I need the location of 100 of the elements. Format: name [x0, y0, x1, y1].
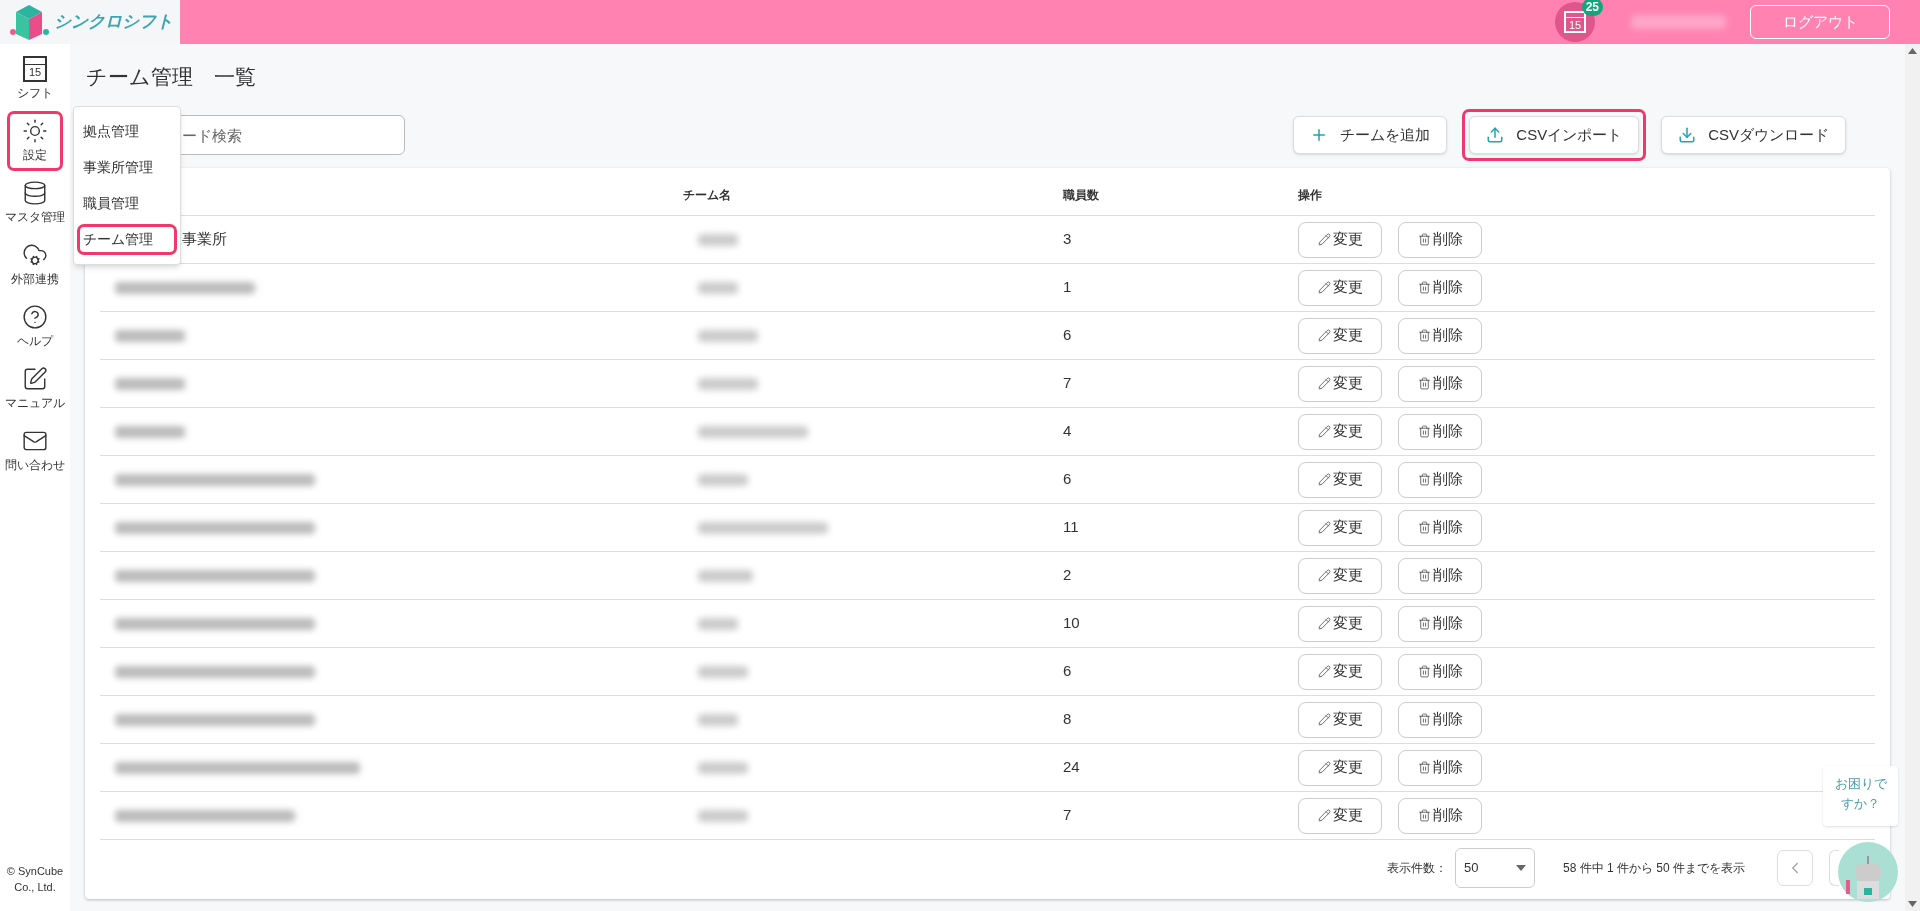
- robot-avatar-icon[interactable]: [1838, 842, 1898, 902]
- trash-icon: [1417, 329, 1431, 342]
- table-cell-text: 事業所: [182, 229, 227, 250]
- download-icon: [1678, 126, 1697, 144]
- calendar-icon: 15: [1564, 11, 1586, 33]
- delete-button[interactable]: 削除: [1398, 413, 1482, 450]
- scroll-up-icon: [1908, 48, 1917, 54]
- edit-button[interactable]: 変更: [1298, 653, 1382, 690]
- delete-button[interactable]: 削除: [1398, 317, 1482, 354]
- sidebar-item[interactable]: ヘルプ: [2, 300, 68, 354]
- table-cell-text: 3: [1063, 229, 1073, 250]
- trash-icon: [1417, 665, 1431, 678]
- pencil-icon: [1317, 521, 1331, 534]
- sidebar-item[interactable]: マスタ管理: [2, 176, 68, 230]
- sidebar-item[interactable]: 問い合わせ: [2, 424, 68, 478]
- upload-icon: [1486, 126, 1505, 144]
- copyright-text: © SynCube Co., Ltd.: [5, 864, 65, 895]
- pencil-icon: [1317, 617, 1331, 630]
- logo-text: シンクロシフト: [54, 11, 173, 34]
- blurred-text: [698, 281, 738, 294]
- delete-button[interactable]: 削除: [1398, 605, 1482, 642]
- table-cell-text: 4: [1063, 421, 1073, 442]
- delete-button[interactable]: 削除: [1398, 749, 1482, 786]
- delete-button[interactable]: 削除: [1398, 269, 1482, 306]
- edit-button[interactable]: 変更: [1298, 269, 1382, 306]
- delete-button[interactable]: 削除: [1398, 365, 1482, 402]
- delete-button[interactable]: 削除: [1398, 701, 1482, 738]
- pencil-icon: [1317, 233, 1331, 246]
- pencil-icon: [1317, 329, 1331, 342]
- blurred-text: [698, 713, 738, 726]
- blurred-text: [698, 569, 753, 582]
- sidebar-item[interactable]: 15 シフト: [2, 52, 68, 106]
- edit-button[interactable]: 変更: [1298, 509, 1382, 546]
- trash-icon: [1417, 617, 1431, 630]
- action-button[interactable]: CSVダウンロード: [1661, 116, 1846, 154]
- table-cell-text: 7: [1063, 805, 1073, 826]
- trash-icon: [1417, 377, 1431, 390]
- edit-button[interactable]: 変更: [1298, 797, 1382, 834]
- trash-icon: [1417, 569, 1431, 582]
- per-page-select[interactable]: 50: [1454, 848, 1535, 888]
- edit-button[interactable]: 変更: [1298, 413, 1382, 450]
- delete-button[interactable]: 削除: [1398, 509, 1482, 546]
- sidebar-item[interactable]: 設定: [10, 114, 60, 168]
- table-cell-text: 7: [1063, 373, 1073, 394]
- trash-icon: [1417, 761, 1431, 774]
- menu-item[interactable]: 事業所管理: [80, 155, 174, 180]
- help-icon: [22, 304, 48, 330]
- previous-page-button[interactable]: [1777, 850, 1813, 886]
- help-bubble: お困りですか？: [1823, 766, 1898, 826]
- pagination-summary: 58 件中 1 件から 50 件までを表示: [1562, 860, 1745, 877]
- pencil-icon: [1317, 665, 1331, 678]
- sidebar-item[interactable]: 外部連携: [2, 238, 68, 292]
- page-title: チーム管理 一覧: [86, 64, 257, 91]
- edit-button[interactable]: 変更: [1298, 701, 1382, 738]
- menu-item[interactable]: 職員管理: [80, 191, 174, 216]
- pencil-icon: [1317, 569, 1331, 582]
- pencil-icon: [1317, 473, 1331, 486]
- trash-icon: [1417, 233, 1431, 246]
- delete-button[interactable]: 削除: [1398, 653, 1482, 690]
- table-cell-text: 1: [1063, 277, 1073, 298]
- scroll-down-icon: [1908, 901, 1917, 907]
- table-cell-text: 6: [1063, 325, 1073, 346]
- blurred-text: [115, 425, 185, 438]
- blurred-text: [115, 329, 185, 342]
- column-header: チーム名: [683, 186, 732, 204]
- table-cell-text: 6: [1063, 469, 1073, 490]
- edit-button[interactable]: 変更: [1298, 317, 1382, 354]
- delete-button[interactable]: 削除: [1398, 557, 1482, 594]
- action-button[interactable]: CSVインポート: [1469, 116, 1640, 154]
- edit-button[interactable]: 変更: [1298, 605, 1382, 642]
- trash-icon: [1417, 809, 1431, 822]
- table-cell-text: 11: [1063, 517, 1080, 538]
- edit-button[interactable]: 変更: [1298, 221, 1382, 258]
- trash-icon: [1417, 521, 1431, 534]
- calendar-icon: 15: [23, 56, 47, 82]
- logo-icon: [8, 2, 50, 42]
- trash-icon: [1417, 713, 1431, 726]
- column-header: 職員数: [1063, 186, 1100, 204]
- notification-badge: 25: [1581, 0, 1603, 16]
- edit-button[interactable]: 変更: [1298, 365, 1382, 402]
- scrollbar[interactable]: [1905, 44, 1920, 911]
- trash-icon: [1417, 473, 1431, 486]
- sidebar-item[interactable]: マニュアル: [2, 362, 68, 416]
- pencil-icon: [1317, 281, 1331, 294]
- pencil-icon: [1317, 809, 1331, 822]
- edit-button[interactable]: 変更: [1298, 557, 1382, 594]
- edit-button[interactable]: 変更: [1298, 461, 1382, 498]
- table-cell-text: 2: [1063, 565, 1073, 586]
- blurred-text: [115, 377, 185, 390]
- blurred-text: [698, 761, 748, 774]
- edit-button[interactable]: 変更: [1298, 749, 1382, 786]
- blurred-text: [698, 233, 738, 246]
- delete-button[interactable]: 削除: [1398, 797, 1482, 834]
- cloud-icon: [22, 242, 48, 268]
- delete-button[interactable]: 削除: [1398, 461, 1482, 498]
- dropdown-caret-icon: [1515, 865, 1526, 871]
- column-header: 操作: [1298, 186, 1322, 204]
- menu-item[interactable]: チーム管理: [80, 227, 174, 252]
- action-button[interactable]: チームを追加: [1293, 116, 1448, 154]
- delete-button[interactable]: 削除: [1398, 221, 1482, 258]
